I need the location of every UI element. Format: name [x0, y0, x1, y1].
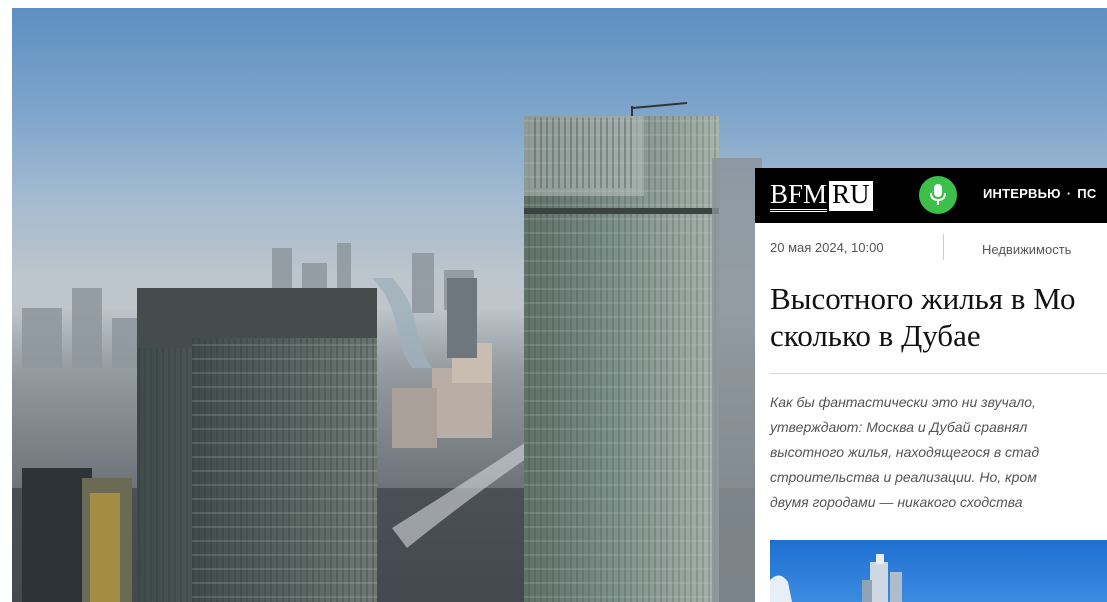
article-headline[interactable]: Высотного жилья в Мо сколько в Дубае — [770, 280, 1107, 354]
main-nav: ИНТЕРВЬЮ · ПС — [983, 186, 1096, 201]
tower-thumbnail — [770, 554, 902, 602]
logo-ru-text: RU — [829, 181, 873, 211]
lead-line: высотного жилья, находящегося в стад — [770, 444, 1040, 460]
lead-line: строительства и реализации. Но, кром — [770, 469, 1037, 485]
logo-bfm-text: BFM — [770, 179, 828, 212]
lead-line: утверждают: Москва и Дубай сравнял — [770, 419, 1028, 435]
headline-line: сколько в Дубае — [770, 318, 981, 353]
podcast-mic-button[interactable] — [919, 176, 957, 214]
article-date: 20 мая 2024, 10:00 — [770, 240, 884, 255]
site-header: BFM RU ИНТЕРВЬЮ · ПС — [755, 168, 1107, 223]
lead-line: Как бы фантастически это ни звучало, — [770, 394, 1036, 410]
article-card: BFM RU ИНТЕРВЬЮ · ПС 20 мая 2024, 10:00 Нед… — [755, 168, 1107, 602]
headline-line: Высотного жилья в Мо — [770, 281, 1076, 316]
site-logo[interactable]: BFM RU — [770, 179, 873, 212]
microphone-icon — [930, 184, 946, 205]
article-lead: Как бы фантастически это ни звучало, утв… — [770, 390, 1039, 515]
nav-item-interview[interactable]: ИНТЕРВЬЮ — [983, 186, 1061, 201]
meta-divider — [943, 234, 944, 260]
lead-line: двумя городами — никакого сходства — [770, 494, 1023, 510]
nav-item-next[interactable]: ПС — [1077, 186, 1096, 201]
headline-divider — [770, 373, 1107, 374]
article-category-link[interactable]: Недвижимость — [982, 242, 1071, 257]
nav-separator: · — [1066, 186, 1072, 201]
article-image[interactable] — [770, 540, 1107, 602]
